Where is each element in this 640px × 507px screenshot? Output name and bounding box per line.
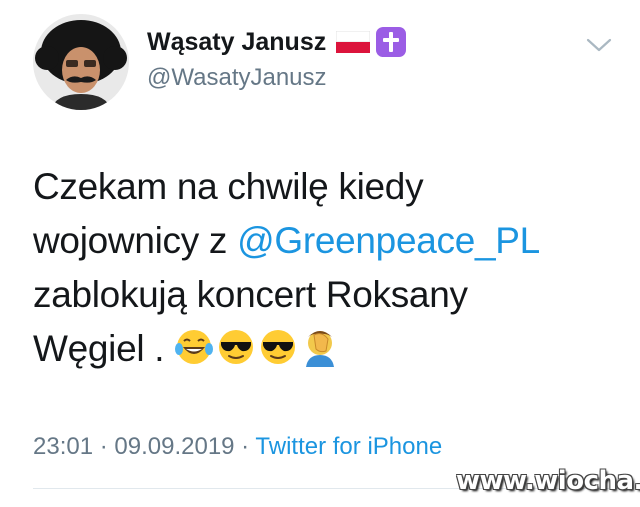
sunglasses-emoji	[261, 330, 296, 364]
poland-flag-icon	[336, 31, 371, 53]
sunglasses-emoji	[219, 330, 254, 364]
chevron-down-icon[interactable]	[586, 37, 612, 53]
laughing-tears-emoji	[175, 330, 214, 364]
tweet-line-4-text: Węgiel .	[33, 328, 175, 369]
tweet-line-2-text: wojownicy z	[33, 220, 238, 261]
mention-link[interactable]: @Greenpeace_PL	[237, 220, 540, 261]
tweet-metadata: 23:01 · 09.09.2019 · Twitter for iPhone	[33, 433, 442, 461]
tweet-line-3: zablokują koncert Roksany	[33, 274, 468, 315]
tweet-line-1: Czekam na chwilę kiedy	[33, 166, 424, 207]
tweet-time[interactable]: 23:01	[33, 433, 93, 460]
tweet-line-4: Węgiel .	[33, 322, 613, 376]
display-name-text: Wąsaty Janusz	[147, 27, 327, 56]
avatar[interactable]	[33, 14, 129, 110]
tweet-date[interactable]: 09.09.2019	[114, 433, 234, 460]
meta-separator: ·	[234, 433, 256, 460]
watermark: www.wiocha.pl	[456, 466, 640, 496]
user-handle[interactable]: @WasatyJanusz	[147, 64, 327, 92]
avatar-image	[33, 14, 129, 110]
tweet-source-link[interactable]: Twitter for iPhone	[255, 433, 442, 460]
display-name[interactable]: Wąsaty Janusz	[147, 27, 407, 57]
tweet-text: Czekam na chwilę kiedy wojownicy z @Gree…	[33, 160, 613, 376]
tweet-line-2: wojownicy z @Greenpeace_PL	[33, 214, 613, 268]
facepalm-emoji	[306, 331, 335, 367]
meta-separator: ·	[93, 433, 115, 460]
latin-cross-icon	[376, 27, 407, 57]
